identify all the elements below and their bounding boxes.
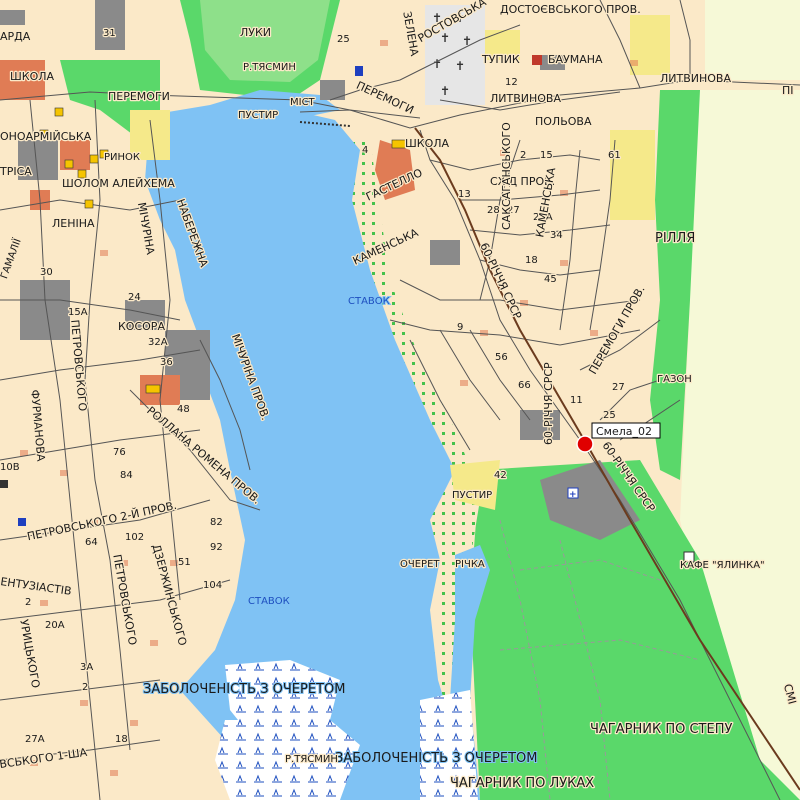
label-rillia: РІЛЛЯ bbox=[655, 231, 695, 246]
label-river-south: Р.ТЯСМИН bbox=[285, 754, 338, 765]
label-kosora: КОСОРА bbox=[118, 320, 165, 333]
label-shkola-e: ШКОЛА bbox=[405, 137, 450, 150]
label-river-north: Р.ТЯСМИН bbox=[243, 62, 296, 73]
label-hn-27b: 27 bbox=[612, 382, 625, 393]
label-dostoievskoho: ДОСТОЄВСЬКОГО ПРОВ. bbox=[500, 3, 641, 16]
poi-marker[interactable] bbox=[576, 435, 594, 453]
label-hn-31: 31 bbox=[103, 28, 116, 39]
map-canvas[interactable]: ✝ ✝ ✝ ✝ ✝ ✝ ✝ + АРДА ШКОЛА ПЕРЕМОГИ ОНОА… bbox=[0, 0, 800, 800]
label-hn-13: 13 bbox=[458, 189, 471, 200]
svg-text:+: + bbox=[569, 490, 577, 500]
label-hn-24: 24 bbox=[128, 292, 141, 303]
label-zabol-2: ЗАБОЛОЧЕНІСТЬ З ОЧЕРЕТОМ bbox=[335, 751, 537, 766]
label-hn-104: 104 bbox=[203, 580, 222, 591]
svg-text:✝: ✝ bbox=[432, 57, 442, 71]
label-hn-11: 11 bbox=[570, 395, 583, 406]
label-hn-51: 51 bbox=[178, 557, 191, 568]
label-hn-92: 92 bbox=[210, 542, 223, 553]
label-saksahanskoho: САКСАГАНСЬКОГО bbox=[500, 122, 513, 230]
label-hn-20a: 20A bbox=[45, 620, 65, 631]
label-hn-2: 2 bbox=[520, 150, 526, 161]
label-hn-56: 56 bbox=[495, 352, 508, 363]
label-hn-61: 61 bbox=[608, 150, 621, 161]
label-chervonoarmiiska: ОНОАРМІЙСЬКА bbox=[0, 130, 92, 143]
label-chahar-luky: ЧАГАРНИК ПО ЛУКАХ bbox=[450, 776, 594, 791]
label-hn-32a: 32A bbox=[148, 337, 168, 348]
label-polova: ПОЛЬОВА bbox=[535, 115, 592, 128]
label-chahar-step: ЧАГАРНИК ПО СТЕПУ bbox=[590, 722, 732, 737]
label-hn-18b: 18 bbox=[115, 734, 128, 745]
label-mist: МІСТ bbox=[290, 97, 316, 108]
label-hn-9: 9 bbox=[457, 322, 463, 333]
label-hn-48: 48 bbox=[177, 404, 190, 415]
label-hn-45: 45 bbox=[544, 274, 557, 285]
label-stavok-south: СТАВОК bbox=[248, 596, 290, 607]
label-hn-2c: 2 bbox=[82, 682, 88, 693]
svg-text:✝: ✝ bbox=[440, 84, 450, 98]
label-hn-15: 15 bbox=[540, 150, 553, 161]
label-60richchia-2: 60-РІЧЧЯ СРСР bbox=[542, 362, 555, 445]
label-lytvynova-s: ЛИТВИНОВА bbox=[490, 92, 561, 105]
label-richka: РІЧКА bbox=[455, 559, 485, 570]
hospital-icon: + bbox=[567, 487, 579, 500]
label-tupyk-north: ТУПИК bbox=[481, 53, 520, 66]
label-ocheret: ОЧЕРЕТ bbox=[400, 559, 440, 570]
label-tupyk-road: ПУСТИР bbox=[238, 110, 278, 121]
label-shkola-nw: ШКОЛА bbox=[10, 70, 55, 83]
label-zabol-1: ЗАБОЛОЧЕНІСТЬ З ОЧЕРЕТОМ bbox=[143, 682, 345, 697]
label-hn-30: 30 bbox=[40, 267, 53, 278]
label-trisa: ТРІСА bbox=[0, 165, 32, 178]
fuel-icon bbox=[355, 66, 363, 76]
label-stavok-north: СТАВОК bbox=[348, 296, 390, 307]
label-hn-64: 64 bbox=[85, 537, 98, 548]
poi-label: Смела_02 bbox=[596, 425, 652, 438]
svg-text:✝: ✝ bbox=[462, 34, 472, 48]
label-sholom: ШОЛОМ АЛЕЙХЕМА bbox=[62, 177, 175, 190]
label-hn-42: 42 bbox=[494, 470, 507, 481]
label-hn-25: 25 bbox=[337, 34, 350, 45]
label-hn-102: 102 bbox=[125, 532, 144, 543]
label-hn-4: 4 bbox=[362, 145, 368, 156]
label-hn-36: 36 bbox=[160, 357, 173, 368]
bus-stop-icon bbox=[18, 518, 26, 526]
label-hn-76: 76 bbox=[113, 447, 126, 458]
label-hn-34: 34 bbox=[550, 230, 563, 241]
yellow-area-2 bbox=[610, 130, 655, 220]
label-tupyk-south: ПУСТИР bbox=[452, 490, 492, 501]
label-hn-82: 82 bbox=[210, 517, 223, 528]
label-hn-66: 66 bbox=[518, 380, 531, 391]
label-peremohy-w: ПЕРЕМОГИ bbox=[108, 90, 170, 103]
label-lenina: ЛЕНІНА bbox=[52, 217, 95, 230]
label-hn-25b: 25 bbox=[603, 410, 616, 421]
label-hn-15a: 15A bbox=[68, 307, 88, 318]
label-hn-18: 18 bbox=[525, 255, 538, 266]
svg-text:✝: ✝ bbox=[455, 59, 465, 73]
label-luky: ЛУКИ bbox=[240, 26, 271, 39]
label-rynok: РИНОК bbox=[104, 152, 140, 163]
label-hn-28: 28 bbox=[487, 205, 500, 216]
label-kafe: КАФЕ "ЯЛИНКА" bbox=[680, 560, 765, 571]
label-baumana: БАУМАНА bbox=[548, 53, 603, 66]
label-arda: АРДА bbox=[0, 30, 31, 43]
label-hn-2b: 2 bbox=[25, 597, 31, 608]
label-hn-10b: 10B bbox=[0, 462, 20, 473]
label-hn-12: 12 bbox=[505, 77, 518, 88]
label-hn-84: 84 bbox=[120, 470, 133, 481]
label-lytv-east: ПІ bbox=[782, 84, 794, 97]
camera-icon bbox=[0, 480, 8, 488]
field-area-ne bbox=[705, 0, 800, 80]
label-hn-27a2: 27A bbox=[25, 734, 45, 745]
church-icon bbox=[532, 55, 542, 65]
label-lytvynova-n: ЛИТВИНОВА bbox=[660, 72, 731, 85]
label-gazon: ГАЗОН bbox=[657, 374, 692, 385]
label-hn-3a: 3A bbox=[80, 662, 93, 673]
